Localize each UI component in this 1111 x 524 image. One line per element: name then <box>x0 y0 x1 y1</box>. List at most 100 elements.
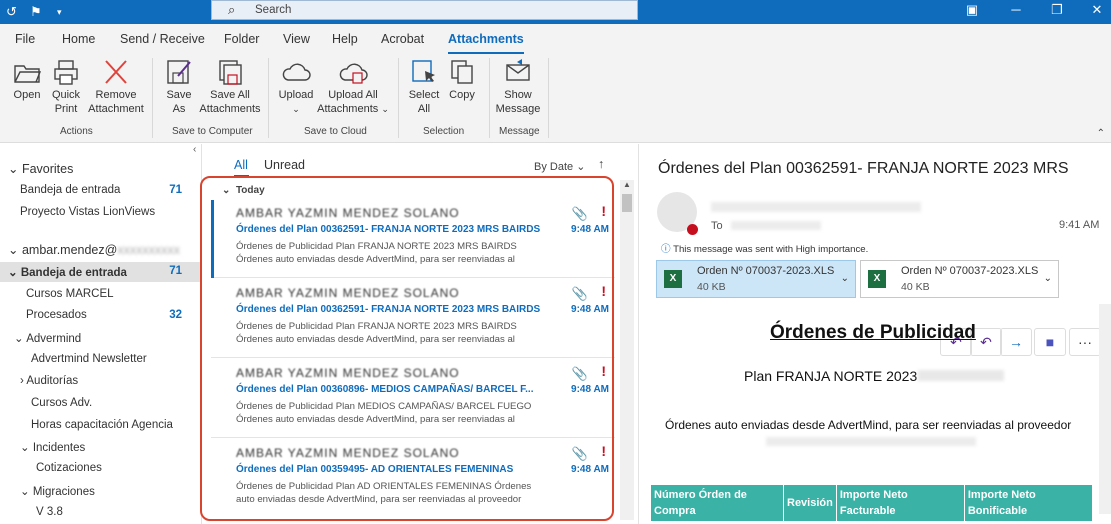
close-icon[interactable]: ✕ <box>1086 2 1108 18</box>
chevron-down-icon: ⌄ <box>381 104 389 114</box>
separator <box>152 58 153 138</box>
list-item[interactable]: AMBAR YAZMIN MENDEZ SOLANO 📎! Órdenes de… <box>211 280 615 358</box>
filter-unread-tab[interactable]: Unread <box>264 158 305 172</box>
folder-advermind[interactable]: ⌄ Advermind <box>14 331 81 345</box>
message-subject: Órdenes del Plan 00362591- FRANJA NORTE … <box>658 160 1069 177</box>
folder-incidentes[interactable]: ⌄ Incidentes <box>20 440 85 454</box>
more-icon: ··· <box>1078 334 1092 350</box>
copy-icon <box>451 60 473 84</box>
collapse-pane-icon[interactable]: ‹ <box>193 144 196 155</box>
collapse-ribbon-icon[interactable]: ⌃ <box>1097 128 1105 139</box>
show-message-button[interactable]: Show Message <box>494 58 542 116</box>
unread-count: 71 <box>169 265 182 277</box>
tab-help[interactable]: Help <box>332 32 358 46</box>
tab-file[interactable]: File <box>15 32 35 46</box>
more-actions-button[interactable]: ··· <box>1069 328 1101 356</box>
folder-cursos-adv[interactable]: Cursos Adv. <box>31 397 92 409</box>
filter-all-tab[interactable]: All <box>234 158 248 172</box>
teams-button[interactable]: ■ <box>1034 328 1066 356</box>
restore-icon[interactable]: ❐ <box>1046 2 1068 18</box>
folder-v38[interactable]: V 3.8 <box>36 506 63 518</box>
attachment-2[interactable]: X Orden Nº 070037-2023.XLS 40 KB ⌄ <box>860 260 1059 298</box>
tab-home[interactable]: Home <box>62 32 95 46</box>
group-message-label: Message <box>499 126 540 137</box>
search-icon: ⌕ <box>228 2 236 17</box>
reading-pane-scrollbar[interactable] <box>1099 304 1111 514</box>
ribbon-display-icon[interactable]: ▣ <box>961 2 983 18</box>
presence-busy-icon <box>687 224 698 235</box>
list-item[interactable]: AMBAR YAZMIN MENDEZ SOLANO 📎! Órdenes de… <box>211 440 615 518</box>
minimize-icon[interactable]: ─ <box>1005 2 1027 17</box>
tab-attachments[interactable]: Attachments <box>448 32 524 55</box>
message-list-scrollbar[interactable]: ▲ <box>620 180 634 520</box>
account-header[interactable]: ⌄ ambar.mendez@xxxxxxxxxx <box>8 242 180 257</box>
group-save-computer-label: Save to Computer <box>172 126 253 137</box>
open-button[interactable]: Open <box>10 58 44 102</box>
folder-procesados[interactable]: Procesados 32 <box>26 309 182 321</box>
folder-advertmind-newsletter[interactable]: Advertmind Newsletter <box>31 353 147 365</box>
folder-cotizaciones[interactable]: Cotizaciones <box>36 462 102 474</box>
chevron-down-icon[interactable]: ⌄ <box>1044 273 1052 284</box>
body-text: Órdenes auto enviadas desde AdvertMind, … <box>665 418 1072 432</box>
select-all-button[interactable]: Select All <box>407 58 441 116</box>
paperclip-icon: 📎 <box>571 366 588 381</box>
separator <box>268 58 269 138</box>
sender-name <box>711 202 921 212</box>
list-item[interactable]: AMBAR YAZMIN MENDEZ SOLANO 📎! Órdenes de… <box>211 360 615 438</box>
unread-count: 71 <box>169 184 182 196</box>
folder-auditorias[interactable]: › Auditorías <box>20 375 78 387</box>
separator <box>398 58 399 138</box>
undo-icon[interactable]: ↺ <box>6 3 17 21</box>
save-all-attachments-button[interactable]: Save All Attachments <box>199 58 261 116</box>
search-placeholder: Search <box>255 4 292 16</box>
flag-icon[interactable]: ⚑ <box>30 3 42 21</box>
upload-button[interactable]: Upload ⌄ <box>277 58 315 116</box>
tab-acrobat[interactable]: Acrobat <box>381 32 424 46</box>
copy-button[interactable]: Copy <box>446 58 478 102</box>
list-item[interactable]: AMBAR YAZMIN MENDEZ SOLANO 📎! Órdenes de… <box>211 200 615 278</box>
remove-attachment-button[interactable]: Remove Attachment <box>86 58 146 116</box>
save-as-icon <box>167 60 191 84</box>
ribbon: Open Quick Print Remove Attachment Save As … <box>0 54 1111 143</box>
recipient <box>731 221 821 230</box>
forward-button[interactable]: → <box>1000 328 1032 356</box>
separator <box>548 58 549 138</box>
attachment-1[interactable]: X Orden Nº 070037-2023.XLS 40 KB ⌄ <box>656 260 856 298</box>
tab-folder[interactable]: Folder <box>224 32 259 46</box>
search-box[interactable]: ⌕ Search <box>211 0 638 20</box>
folder-pane: ‹ ⌄ Favorites Bandeja de entrada 71 Proye… <box>0 144 202 524</box>
customize-toolbar-icon[interactable]: ▾ <box>57 3 62 21</box>
orders-table: Número Órden de Compra Revisión Importe … <box>650 484 1094 522</box>
tab-send-receive[interactable]: Send / Receive <box>120 32 205 46</box>
chevron-down-icon[interactable]: ⌄ <box>841 273 849 284</box>
high-importance-icon: ! <box>601 363 606 379</box>
folder-cursos-marcel[interactable]: Cursos MARCEL <box>26 288 114 300</box>
paperclip-icon: 📎 <box>571 446 588 461</box>
select-all-icon <box>412 60 435 82</box>
upload-all-attachments-button[interactable]: Upload All Attachments ⌄ <box>317 58 389 116</box>
table-header-cell: Importe Neto Facturable <box>835 484 965 522</box>
cloud-icon <box>282 63 311 81</box>
favorites-header[interactable]: ⌄ Favorites <box>8 161 73 176</box>
folder-inbox-favorite[interactable]: Bandeja de entrada 71 <box>20 184 182 196</box>
tab-view[interactable]: View <box>283 32 310 46</box>
remove-x-icon <box>105 60 127 84</box>
folder-migraciones[interactable]: ⌄ Migraciones <box>20 484 95 498</box>
filter-active-indicator <box>234 175 249 177</box>
sort-direction-icon[interactable]: ↑ <box>598 157 604 171</box>
folder-horas-capacitacion[interactable]: Horas capacitación Agencia <box>31 419 173 431</box>
quick-print-button[interactable]: Quick Print <box>49 58 83 116</box>
sort-by-date[interactable]: By Date ⌄ <box>534 160 585 173</box>
folder-proyecto[interactable]: Proyecto Vistas LionViews <box>20 206 155 218</box>
scrollbar-thumb[interactable] <box>622 194 632 212</box>
selection-bar <box>211 200 214 278</box>
save-as-button[interactable]: Save As <box>162 58 196 116</box>
body-plan: Plan FRANJA NORTE 2023 <box>744 368 918 384</box>
cloud-upload-icon <box>339 63 368 84</box>
group-header-today[interactable]: ⌄ Today <box>222 185 265 196</box>
folder-inbox[interactable]: ⌄ Bandeja de entrada 71 <box>8 265 182 279</box>
message-list: All Unread By Date ⌄ ↑ ⌄ Today AMBAR YAZ… <box>202 144 638 524</box>
scroll-up-icon[interactable]: ▲ <box>623 180 631 189</box>
table-header-cell: Revisión <box>783 484 837 522</box>
teams-icon: ■ <box>1045 334 1055 350</box>
